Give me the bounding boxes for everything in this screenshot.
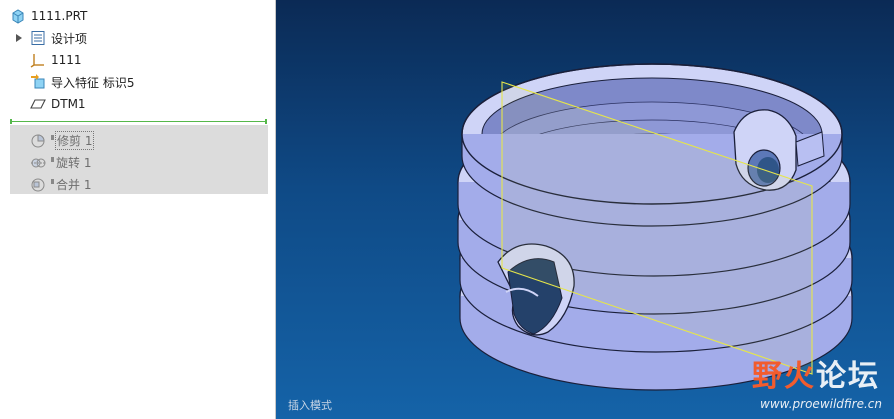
revolve-icon xyxy=(30,154,46,170)
tree-item-label: DTM1 xyxy=(51,97,86,111)
tree-item-label: 1111 xyxy=(51,53,82,67)
tree-item-label: 导入特征 标识5 xyxy=(51,75,135,90)
tree-item-label: 合并 1 xyxy=(56,177,92,192)
watermark-url: www.proewildfire.cn xyxy=(760,397,882,411)
tree-item-label: 旋转 1 xyxy=(56,155,92,170)
design-items-icon xyxy=(30,30,46,46)
insert-here-marker[interactable] xyxy=(10,119,267,124)
tree-item-design-items[interactable]: 设计项 xyxy=(30,28,87,48)
tree-item-label: 设计项 xyxy=(51,31,88,46)
part-icon xyxy=(10,8,26,24)
trim-icon xyxy=(30,132,46,148)
suppressed-flag-icon xyxy=(51,135,54,140)
model-tree-panel: 1111.PRT 设计项 1111 导入特征 标识5 DTM1 修剪 1 旋转 … xyxy=(0,0,276,419)
graphics-viewport[interactable]: 插入模式 野火论坛 www.proewildfire.cn xyxy=(276,0,894,419)
tree-root-label: 1111.PRT xyxy=(31,9,88,23)
tree-item-import-feature[interactable]: 导入特征 标识5 xyxy=(30,72,134,92)
status-text: 插入模式 xyxy=(288,399,332,412)
suppressed-flag-icon xyxy=(51,157,54,162)
datum-plane-icon xyxy=(30,96,46,112)
tree-item-csys[interactable]: 1111 xyxy=(30,50,82,70)
expand-arrow-icon[interactable] xyxy=(14,28,24,48)
tree-root-part[interactable]: 1111.PRT xyxy=(10,6,87,26)
watermark-logo: 野火论坛 xyxy=(752,359,880,394)
import-feature-icon xyxy=(30,74,46,90)
tree-item-merge[interactable]: 合并 1 xyxy=(30,174,91,194)
tree-item-trim[interactable]: 修剪 1 xyxy=(30,130,95,150)
coordinate-system-icon xyxy=(30,52,46,68)
tree-item-datum-plane[interactable]: DTM1 xyxy=(30,94,86,114)
merge-icon xyxy=(30,176,46,192)
tree-item-label: 修剪 1 xyxy=(54,130,95,150)
tree-item-revolve[interactable]: 旋转 1 xyxy=(30,152,91,172)
suppressed-flag-icon xyxy=(51,179,54,184)
